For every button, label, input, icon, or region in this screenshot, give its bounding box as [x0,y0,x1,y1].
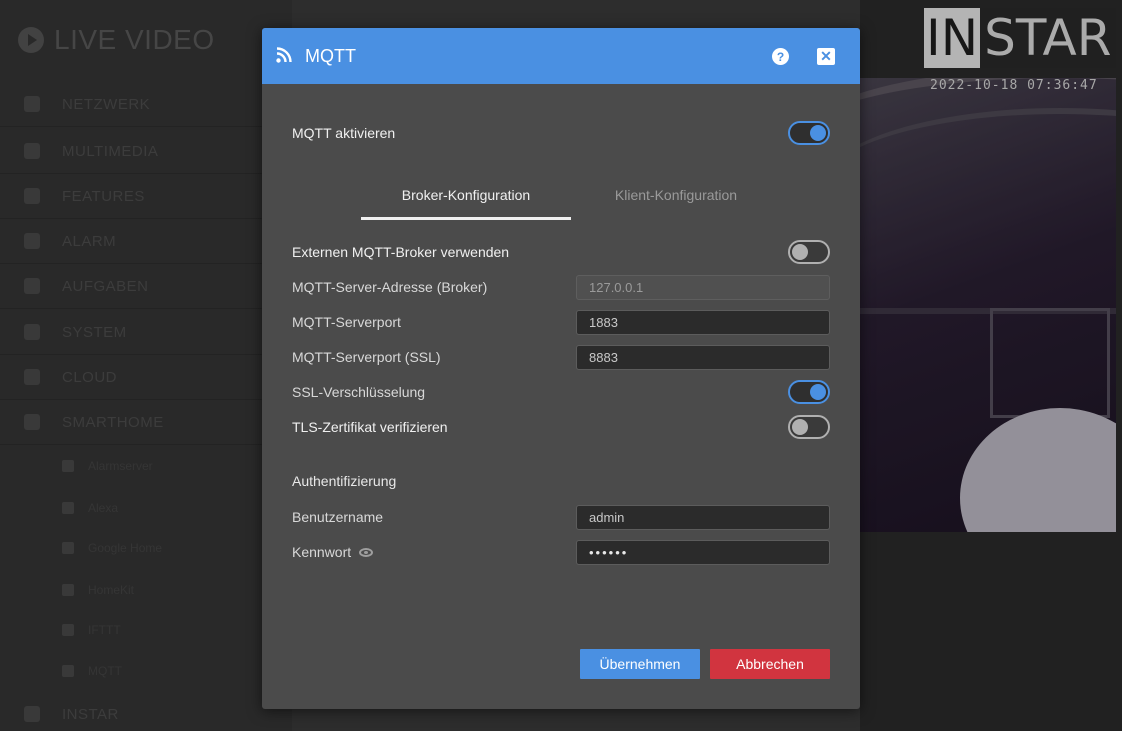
username-input[interactable] [576,504,830,530]
ssl-toggle[interactable] [788,380,830,404]
server-port-ssl-row: MQTT-Serverport (SSL) [292,344,830,370]
config-tabs: Broker-Konfiguration Klient-Konfiguratio… [361,183,781,220]
server-address-row: MQTT-Server-Adresse (Broker) [292,274,830,300]
close-icon[interactable]: ✕ [817,48,835,65]
cancel-button[interactable]: Abbrechen [710,649,830,679]
auth-section-title: Authentifizierung [292,473,397,489]
server-port-row: MQTT-Serverport [292,309,830,335]
username-label: Benutzername [292,509,384,525]
password-input[interactable] [576,539,830,565]
server-address-input[interactable] [576,274,830,300]
tab-client-config[interactable]: Klient-Konfiguration [571,183,781,220]
help-icon[interactable]: ? [772,48,789,65]
username-row: Benutzername [292,504,830,530]
apply-button[interactable]: Übernehmen [580,649,700,679]
external-broker-row: Externen MQTT-Broker verwenden [292,239,830,265]
tls-verify-row: TLS-Zertifikat verifizieren [292,414,830,440]
tab-broker-config[interactable]: Broker-Konfiguration [361,183,571,220]
password-label-wrap: Kennwort [292,544,374,560]
ssl-row: SSL-Verschlüsselung [292,379,830,405]
server-address-label: MQTT-Server-Adresse (Broker) [292,279,488,295]
server-port-label: MQTT-Serverport [292,314,401,330]
mqtt-dialog: MQTT ? ✕ MQTT aktivieren Broker-Konfigur… [262,28,860,709]
dialog-header: MQTT ? ✕ [262,28,860,84]
password-label: Kennwort [292,544,352,560]
eye-icon[interactable] [359,547,374,557]
mqtt-enable-toggle[interactable] [788,121,830,145]
server-port-ssl-input[interactable] [576,344,830,370]
password-row: Kennwort [292,539,830,565]
tls-verify-label: TLS-Zertifikat verifizieren [292,419,448,435]
dialog-title: MQTT [305,46,356,66]
mqtt-enable-label: MQTT aktivieren [292,125,396,141]
server-port-input[interactable] [576,309,830,335]
server-port-ssl-label: MQTT-Serverport (SSL) [292,349,441,365]
ssl-label: SSL-Verschlüsselung [292,384,426,400]
external-broker-label: Externen MQTT-Broker verwenden [292,244,510,260]
tls-verify-toggle[interactable] [788,415,830,439]
rss-icon [276,47,292,63]
external-broker-toggle[interactable] [788,240,830,264]
mqtt-enable-row: MQTT aktivieren [292,120,830,146]
